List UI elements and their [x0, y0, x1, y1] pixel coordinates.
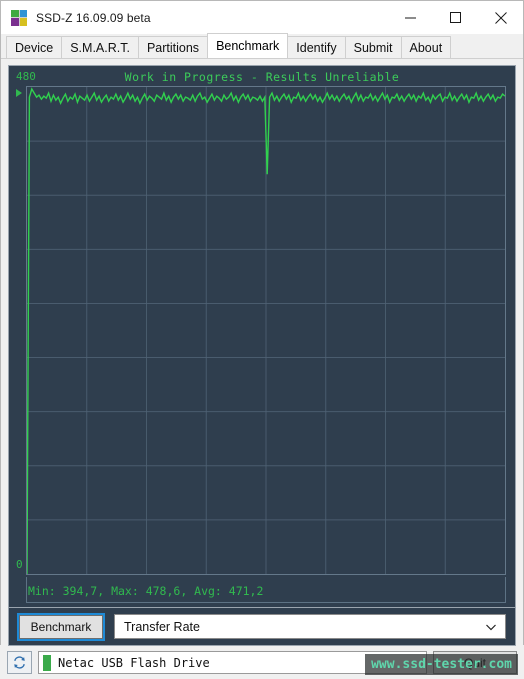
tab-benchmark[interactable]: Benchmark: [207, 33, 289, 58]
benchmark-panel: Work in Progress - Results Unreliable 48…: [1, 59, 523, 646]
drive-activity-indicator: [43, 654, 51, 671]
tab-device[interactable]: Device: [6, 36, 63, 58]
transfer-rate-plot: [26, 86, 506, 575]
status-bar: Netac USB Flash Drive Quit www.ssd-teste…: [1, 646, 523, 679]
tab-strip: Device S.M.A.R.T. Partitions Benchmark I…: [1, 33, 523, 59]
ssdz-logo-icon: [11, 9, 27, 26]
selected-drive-field[interactable]: Netac USB Flash Drive: [38, 651, 427, 674]
title-bar: SSD-Z 16.09.09 beta: [1, 1, 523, 34]
benchmark-stats-line: Min: 394,7, Max: 478,6, Avg: 471,2: [28, 584, 264, 598]
benchmark-mode-select[interactable]: Transfer Rate: [114, 614, 506, 639]
chart-warning-title: Work in Progress - Results Unreliable: [124, 70, 400, 84]
tab-identify[interactable]: Identify: [287, 36, 346, 58]
y-axis-min-label: 0: [16, 558, 23, 571]
benchmark-mode-value: Transfer Rate: [124, 619, 200, 634]
tab-partitions[interactable]: Partitions: [137, 36, 209, 58]
run-benchmark-button[interactable]: Benchmark: [17, 612, 105, 641]
quit-button[interactable]: Quit: [433, 651, 517, 674]
refresh-icon[interactable]: [7, 651, 32, 674]
tab-about[interactable]: About: [400, 36, 452, 58]
selected-drive-name: Netac USB Flash Drive: [58, 655, 210, 670]
y-axis-max-label: 480: [16, 70, 36, 83]
tab-smart[interactable]: S.M.A.R.T.: [61, 36, 139, 58]
chevron-down-icon: [485, 621, 497, 633]
close-button[interactable]: [478, 1, 523, 34]
benchmark-chart-panel: Work in Progress - Results Unreliable 48…: [8, 65, 516, 608]
window-controls: [388, 1, 523, 34]
ssdz-main-window: SSD-Z 16.09.09 beta Device S.M.A.R.T. Pa…: [0, 0, 524, 679]
maximize-button[interactable]: [433, 1, 478, 34]
play-triangle-marker-icon: [16, 89, 22, 97]
window-title: SSD-Z 16.09.09 beta: [36, 10, 151, 25]
tab-submit[interactable]: Submit: [344, 36, 402, 58]
transfer-rate-plot-svg: [27, 87, 505, 574]
benchmark-controls: Benchmark Transfer Rate: [8, 608, 516, 646]
minimize-button[interactable]: [388, 1, 433, 34]
